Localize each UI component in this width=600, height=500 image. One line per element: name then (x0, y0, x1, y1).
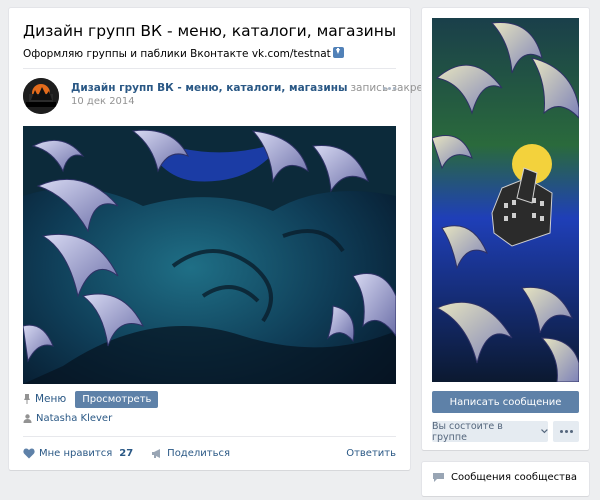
like-button[interactable]: Мне нравится 27 (23, 448, 133, 459)
community-messages-card[interactable]: Сообщения сообщества (422, 462, 589, 496)
membership-label: Вы состоите в группе (432, 420, 503, 443)
menu-link[interactable]: Меню (23, 393, 66, 405)
divider (23, 68, 396, 69)
sidebar-card: Написать сообщение Вы состоите в группе (422, 8, 589, 450)
like-count: 27 (119, 447, 134, 459)
write-message-button[interactable]: Написать сообщение (432, 391, 579, 413)
menu-row: Меню Просмотреть (23, 390, 159, 408)
arrow-down-icon (332, 47, 344, 58)
post-author-name[interactable]: Дизайн групп ВК - меню, каталоги, магази… (71, 82, 347, 94)
reply-button[interactable]: Ответить (346, 448, 396, 459)
pin-icon (24, 394, 30, 404)
share-button[interactable]: Поделиться (151, 448, 230, 459)
user-icon (23, 414, 32, 423)
page-title: Дизайн групп ВК - меню, каталоги, магази… (23, 22, 397, 40)
post-image[interactable] (23, 126, 396, 384)
avatar[interactable] (23, 78, 59, 114)
signer-row[interactable]: Natasha Klever (23, 413, 112, 424)
group-status: Оформляю группы и паблики Вконтакте vk.c… (23, 46, 344, 60)
post-date[interactable]: 10 дек 2014 (71, 96, 135, 107)
more-actions-button[interactable] (553, 421, 579, 442)
community-messages-label[interactable]: Сообщения сообщества (451, 472, 577, 483)
menu-label[interactable]: Меню (35, 393, 66, 405)
like-label: Мне нравится (39, 447, 113, 459)
signer-name[interactable]: Natasha Klever (36, 413, 112, 424)
post-author[interactable]: Дизайн групп ВК - меню, каталоги, магази… (71, 82, 456, 94)
group-cover-image[interactable] (432, 18, 579, 382)
chevron-down-icon (541, 429, 548, 434)
membership-dropdown[interactable]: Вы состоите в группе (432, 420, 548, 443)
chat-bubble-icon (433, 473, 444, 482)
megaphone-icon (152, 448, 161, 458)
divider (23, 436, 396, 437)
community-messages-row[interactable]: Сообщения сообщества (432, 472, 577, 483)
post-actions: Мне нравится 27 Поделиться Ответить (23, 446, 396, 460)
more-dots-icon[interactable] (383, 87, 396, 90)
group-status-text: Оформляю группы и паблики Вконтакте vk.c… (23, 48, 331, 60)
view-button[interactable]: Просмотреть (75, 390, 159, 408)
heart-icon (23, 447, 35, 458)
share-label: Поделиться (167, 447, 230, 459)
wall-card: Дизайн групп ВК - меню, каталоги, магази… (9, 8, 456, 470)
